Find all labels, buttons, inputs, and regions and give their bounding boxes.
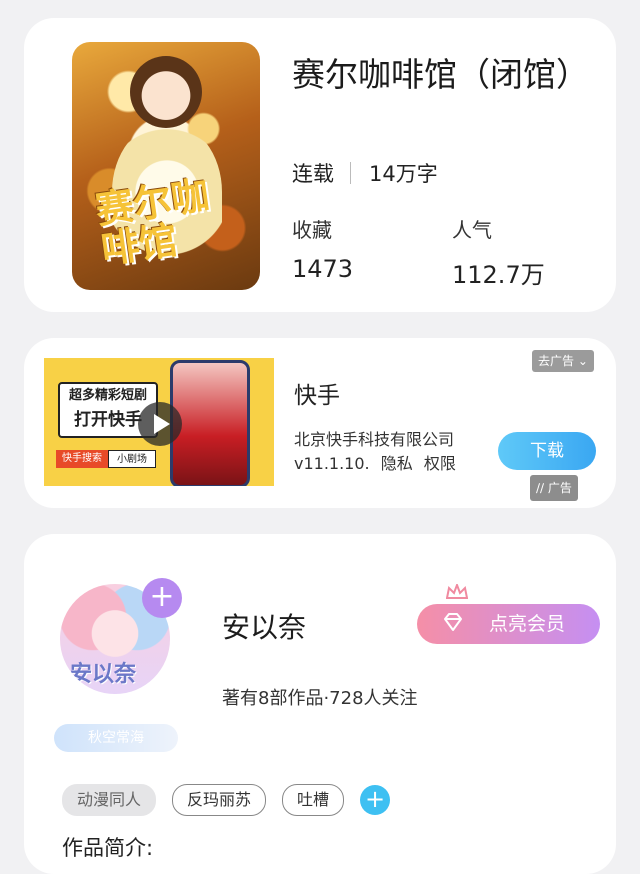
ad-card[interactable]: 超多精彩短剧 打开快手 快手搜索 小剧场 快手 北京快手科技有限公司 v11.1… (24, 338, 616, 508)
ad-network-icon: ∕∕ (536, 481, 545, 495)
follow-button[interactable]: + (142, 578, 182, 618)
book-status: 连载 (292, 162, 334, 186)
ad-permission-link[interactable]: 权限 (424, 454, 456, 473)
ad-privacy-link[interactable]: 隐私 (381, 454, 413, 473)
book-info-card: 赛尔咖啡馆 赛尔咖啡馆（闭馆） 连载 14万字 收藏 1473 人气 112.7… (24, 18, 616, 312)
tag-list: 动漫同人 反玛丽苏 吐槽 + (62, 784, 391, 816)
cover-title-text: 赛尔咖啡馆 (92, 171, 212, 273)
favorites-stat: 收藏 1473 (292, 214, 353, 283)
download-button[interactable]: 下载 (498, 432, 596, 470)
ad-phone-image (170, 360, 250, 486)
add-tag-button[interactable]: + (360, 785, 391, 815)
favorites-value: 1473 (292, 255, 354, 283)
popularity-value: 112.7万 (452, 261, 545, 289)
diamond-icon (444, 613, 462, 631)
favorites-label: 收藏 (292, 218, 332, 242)
book-word-count: 14万字 (369, 162, 438, 186)
ad-banner-line1: 超多精彩短剧 (68, 388, 147, 403)
ad-banner-search-term: 小剧场 (108, 450, 156, 468)
popularity-stat: 人气 112.7万 (452, 214, 545, 290)
ad-tag-text: 广告 (547, 481, 572, 495)
tag-item[interactable]: 动漫同人 (62, 784, 157, 816)
avatar-name-art: 安以奈 (70, 662, 137, 687)
remove-ad-label: 去广告 (538, 354, 575, 368)
cover-character-shape (130, 56, 202, 128)
tag-item[interactable]: 反玛丽苏 (172, 784, 267, 816)
author-card: 安以奈 + 秋空常海 安以奈 著有8部作品·728人关注 点亮会员 动漫同人 反… (24, 534, 616, 874)
ad-label-badge: ∕∕ 广告 (530, 475, 578, 501)
author-name: 安以奈 (222, 611, 307, 644)
meta-divider (350, 162, 351, 184)
vip-button[interactable]: 点亮会员 (417, 604, 600, 644)
ad-banner-search: 快手搜索 小剧场 (56, 450, 156, 468)
crown-icon (446, 584, 468, 599)
ad-banner-image[interactable]: 超多精彩短剧 打开快手 快手搜索 小剧场 (44, 358, 274, 486)
play-icon[interactable] (138, 402, 182, 446)
ad-company-info: 北京快手科技有限公司 v11.1.10. 隐私 权限 (294, 428, 456, 476)
book-cover-image[interactable]: 赛尔咖啡馆 (72, 42, 260, 290)
book-title: 赛尔咖啡馆（闭馆） (292, 55, 589, 94)
chevron-down-icon: ⌄ (577, 354, 588, 368)
intro-heading: 作品简介: (62, 836, 154, 860)
ad-company-name: 北京快手科技有限公司 (294, 430, 455, 449)
fan-badge: 秋空常海 (54, 724, 178, 752)
tag-item[interactable]: 吐槽 (282, 784, 345, 816)
book-meta: 连载 14万字 (292, 158, 438, 188)
vip-button-label: 点亮会员 (489, 613, 566, 635)
remove-ad-button[interactable]: 去广告 ⌄ (532, 350, 594, 372)
popularity-label: 人气 (452, 218, 492, 242)
ad-version: v11.1.10. (294, 454, 370, 473)
ad-app-name: 快手 (294, 383, 340, 409)
author-stats: 著有8部作品·728人关注 (222, 688, 418, 709)
ad-banner-search-tag: 快手搜索 (56, 450, 108, 468)
